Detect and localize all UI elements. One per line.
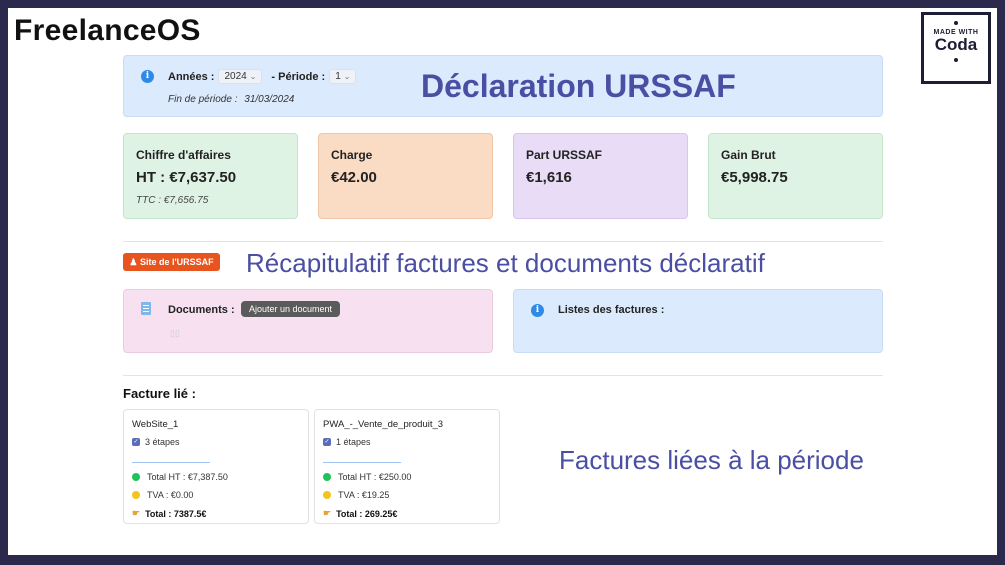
invoice-total-label: Total : 269.25€ <box>336 508 398 519</box>
period-filters: Années : 2024 ⌄ - Période : 1 ⌄ <box>168 69 357 84</box>
page: FreelanceOS MADE WITH Coda i Années : 20… <box>8 8 997 555</box>
green-circle-icon <box>323 473 331 481</box>
invoice-steps: ✓ 1 étapes <box>323 437 371 447</box>
stat-value: €1,616 <box>526 169 572 186</box>
page-title: Déclaration URSSAF <box>421 68 736 104</box>
stat-sub: TTC : €7,656.75 <box>136 195 209 206</box>
divider <box>323 462 401 463</box>
add-document-button[interactable]: Ajouter un document <box>241 301 341 317</box>
fin-label: Fin de période : <box>168 94 238 105</box>
periode-value: 1 <box>335 71 341 82</box>
invoice-steps: ✓ 3 étapes <box>132 437 180 447</box>
invoice-tva: TVA : €0.00 <box>132 490 193 500</box>
period-invoices-title: Factures liées à la période <box>559 445 864 475</box>
stat-card-chiffre-affaires: Chiffre d'affaires HT : €7,637.50 TTC : … <box>123 133 298 219</box>
invoice-total-ht-label: Total HT : €250.00 <box>338 472 412 482</box>
document-icon <box>141 302 151 315</box>
recap-title: Récapitulatif factures et documents décl… <box>246 248 765 278</box>
chevron-down-icon: ⌄ <box>249 72 257 81</box>
factures-list-label: Listes des factures : <box>558 304 665 316</box>
invoice-tva: TVA : €19.25 <box>323 490 389 500</box>
invoice-total: ☛ Total : 7387.5€ <box>132 508 206 519</box>
info-icon: i <box>531 304 544 317</box>
invoice-card[interactable]: PWA_-_Vente_de_produit_3 ✓ 1 étapes Tota… <box>314 409 500 524</box>
divider <box>123 375 883 376</box>
invoice-name: PWA_-_Vente_de_produit_3 <box>323 419 444 430</box>
yellow-circle-icon <box>323 491 331 499</box>
invoice-name: WebSite_1 <box>132 419 179 430</box>
urssaf-button-label: Site de l'URSSAF <box>139 257 214 267</box>
invoice-total: ☛ Total : 269.25€ <box>323 508 397 519</box>
stat-card-charge: Charge €42.00 <box>318 133 493 219</box>
stat-title: Gain Brut <box>721 148 776 162</box>
documents-card: Documents : Ajouter un document ▯▯ <box>123 289 493 353</box>
empty-placeholder-icon: ▯▯ <box>170 328 180 338</box>
stat-title: Charge <box>331 148 373 162</box>
yellow-circle-icon <box>132 491 140 499</box>
periode-label: - Période : <box>271 70 326 83</box>
info-icon: i <box>141 70 154 83</box>
fin-periode: Fin de période : 31/03/2024 <box>168 94 294 105</box>
money-bag-icon: ♟ <box>129 257 138 267</box>
chevron-down-icon: ⌄ <box>343 72 351 81</box>
invoice-steps-label: 3 étapes <box>145 437 180 447</box>
stat-value: €5,998.75 <box>721 169 788 186</box>
periode-select[interactable]: 1 ⌄ <box>329 69 357 84</box>
invoice-total-ht-label: Total HT : €7,387.50 <box>147 472 228 482</box>
invoice-tva-label: TVA : €19.25 <box>338 490 390 500</box>
badge-coda: Coda <box>934 35 978 54</box>
invoice-total-ht: Total HT : €7,387.50 <box>132 472 228 482</box>
facture-lie-heading: Facture lié : <box>123 386 196 401</box>
pointing-hand-icon: ☛ <box>132 508 141 518</box>
pointing-hand-icon: ☛ <box>323 508 332 518</box>
badge-dot-icon <box>954 58 958 62</box>
annees-label: Années : <box>168 70 215 83</box>
invoice-tva-label: TVA : €0.00 <box>147 490 194 500</box>
invoice-total-label: Total : 7387.5€ <box>145 508 207 519</box>
stat-value: HT : €7,637.50 <box>136 169 237 186</box>
stat-card-gain-brut: Gain Brut €5,998.75 <box>708 133 883 219</box>
fin-value: 31/03/2024 <box>244 94 295 105</box>
annees-value: 2024 <box>224 71 247 82</box>
invoice-steps-label: 1 étapes <box>336 437 371 447</box>
brand-title: FreelanceOS <box>14 14 201 47</box>
divider <box>123 241 883 242</box>
green-circle-icon <box>132 473 140 481</box>
stat-title: Chiffre d'affaires <box>136 148 231 162</box>
factures-list-card: i Listes des factures : <box>513 289 883 353</box>
annees-select[interactable]: 2024 ⌄ <box>218 69 263 84</box>
stat-value: €42.00 <box>331 169 377 186</box>
urssaf-site-button[interactable]: ♟ Site de l'URSSAF <box>123 253 220 271</box>
checkbox-icon: ✓ <box>132 438 140 446</box>
invoice-card[interactable]: WebSite_1 ✓ 3 étapes Total HT : €7,387.5… <box>123 409 309 524</box>
made-with-coda-badge[interactable]: MADE WITH Coda <box>921 12 991 84</box>
badge-dot-icon <box>954 21 958 25</box>
documents-label: Documents : <box>168 304 235 316</box>
stat-title: Part URSSAF <box>526 148 603 162</box>
divider <box>132 462 210 463</box>
checkbox-icon: ✓ <box>323 438 331 446</box>
stat-card-part-urssaf: Part URSSAF €1,616 <box>513 133 688 219</box>
invoice-total-ht: Total HT : €250.00 <box>323 472 411 482</box>
